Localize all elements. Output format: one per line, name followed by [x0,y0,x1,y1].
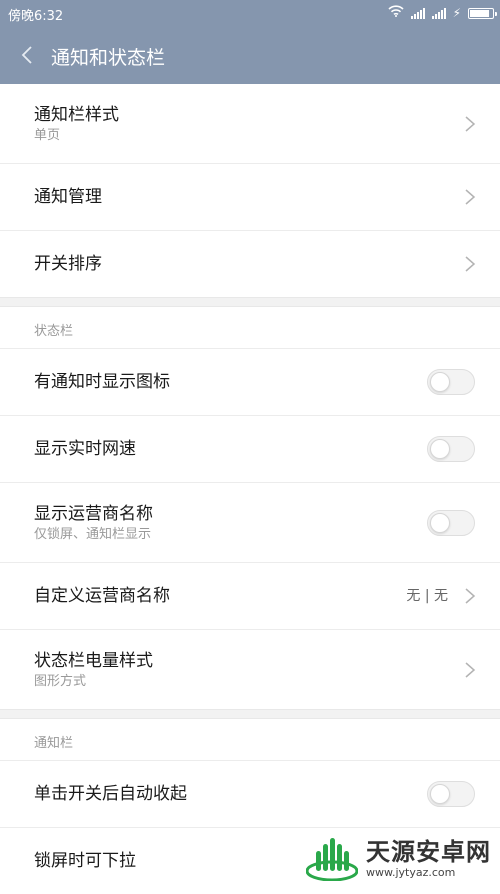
row-title: 锁屏时可下拉 [34,851,136,871]
settings-group: 通知栏样式单页通知管理开关排序 [0,84,500,297]
settings-row[interactable]: 开关排序 [0,231,500,297]
settings-row[interactable]: 显示运营商名称仅锁屏、通知栏显示 [0,483,500,563]
toggle-switch[interactable] [427,369,475,395]
section-gap [0,709,500,719]
row-subtitle: 单页 [34,127,61,143]
chevron-right-icon [465,189,476,205]
section-label: 状态栏 [0,307,500,349]
row-title: 状态栏电量样式 [34,650,153,671]
row-value: 无 | 无 [406,588,448,604]
signal-icon [410,7,425,19]
section-label: 通知栏 [0,719,500,761]
row-title: 通知栏样式 [34,104,119,125]
watermark-title: 天源安卓网 [366,837,491,866]
battery-icon [468,7,497,19]
status-time: 傍晚6:32 [8,9,64,24]
toggle-knob [430,784,450,804]
row-text: 有通知时显示图标 [34,349,170,415]
row-text: 状态栏电量样式图形方式 [34,630,153,709]
row-text: 通知管理 [34,164,102,230]
row-text: 开关排序 [34,231,102,297]
watermark: 天源安卓网 www.jytyaz.com [306,835,491,881]
toggle-switch[interactable] [427,436,475,462]
row-title: 显示运营商名称 [34,503,153,524]
row-text: 通知栏样式 单页 [34,84,119,163]
row-subtitle: 图形方式 [34,673,87,689]
back-button[interactable] [14,42,40,68]
chevron-right-icon [465,661,476,678]
toggle-knob [430,512,450,533]
charging-icon: ⚡ [452,6,461,20]
row-text: 显示实时网速 [34,416,136,482]
row-text: 单击开关后自动收起 [34,761,187,827]
row-subtitle: 仅锁屏、通知栏显示 [34,526,152,542]
toggle-knob [430,372,450,392]
settings-row[interactable]: 状态栏电量样式图形方式 [0,630,500,709]
toggle-switch[interactable] [427,781,475,807]
row-title: 显示实时网速 [34,439,136,459]
chevron-right-icon [465,588,476,604]
chevron-right-icon [465,256,476,272]
row-title: 自定义运营商名称 [34,586,170,606]
settings-row[interactable]: 有通知时显示图标 [0,349,500,416]
settings-row[interactable]: 通知栏样式 单页 [0,84,500,164]
chevron-left-icon [21,46,32,64]
settings-group: 状态栏有通知时显示图标 显示实时网速 显示运营商名称仅锁屏、通知栏显示自定义运营商名… [0,307,500,709]
battery-level [470,9,489,17]
toggle-switch[interactable] [427,509,475,536]
chevron-right-icon [465,115,476,132]
row-title: 有通知时显示图标 [34,372,170,392]
watermark-url: www.jytyaz.com [366,865,456,879]
row-title: 单击开关后自动收起 [34,784,187,804]
watermark-text: 天源安卓网 www.jytyaz.com [366,838,491,879]
settings-list: 通知栏样式单页通知管理开关排序状态栏有通知时显示图标 显示实时网速 显示运营商名称仅… [0,84,500,894]
settings-row[interactable]: 显示实时网速 [0,416,500,483]
status-bar: 傍晚6:32 ⚡ [0,0,500,26]
row-text: 自定义运营商名称 [34,563,170,629]
settings-row[interactable]: 通知管理 [0,164,500,231]
section-gap [0,297,500,307]
signal-icon [431,7,446,19]
page-title: 通知和状态栏 [51,47,166,69]
wifi-icon [388,5,404,21]
settings-row[interactable]: 自定义运营商名称 无 | 无 [0,563,500,630]
toggle-knob [430,439,450,459]
app-header: 傍晚6:32 ⚡ 通知和状态栏 [0,0,500,84]
watermark-logo-icon [306,838,358,881]
row-title: 通知管理 [34,187,102,207]
row-text: 显示运营商名称仅锁屏、通知栏显示 [34,483,153,562]
row-title: 开关排序 [34,254,102,274]
row-text: 锁屏时可下拉 [34,828,136,894]
status-icons: ⚡ [388,5,497,21]
settings-row[interactable]: 单击开关后自动收起 [0,761,500,828]
